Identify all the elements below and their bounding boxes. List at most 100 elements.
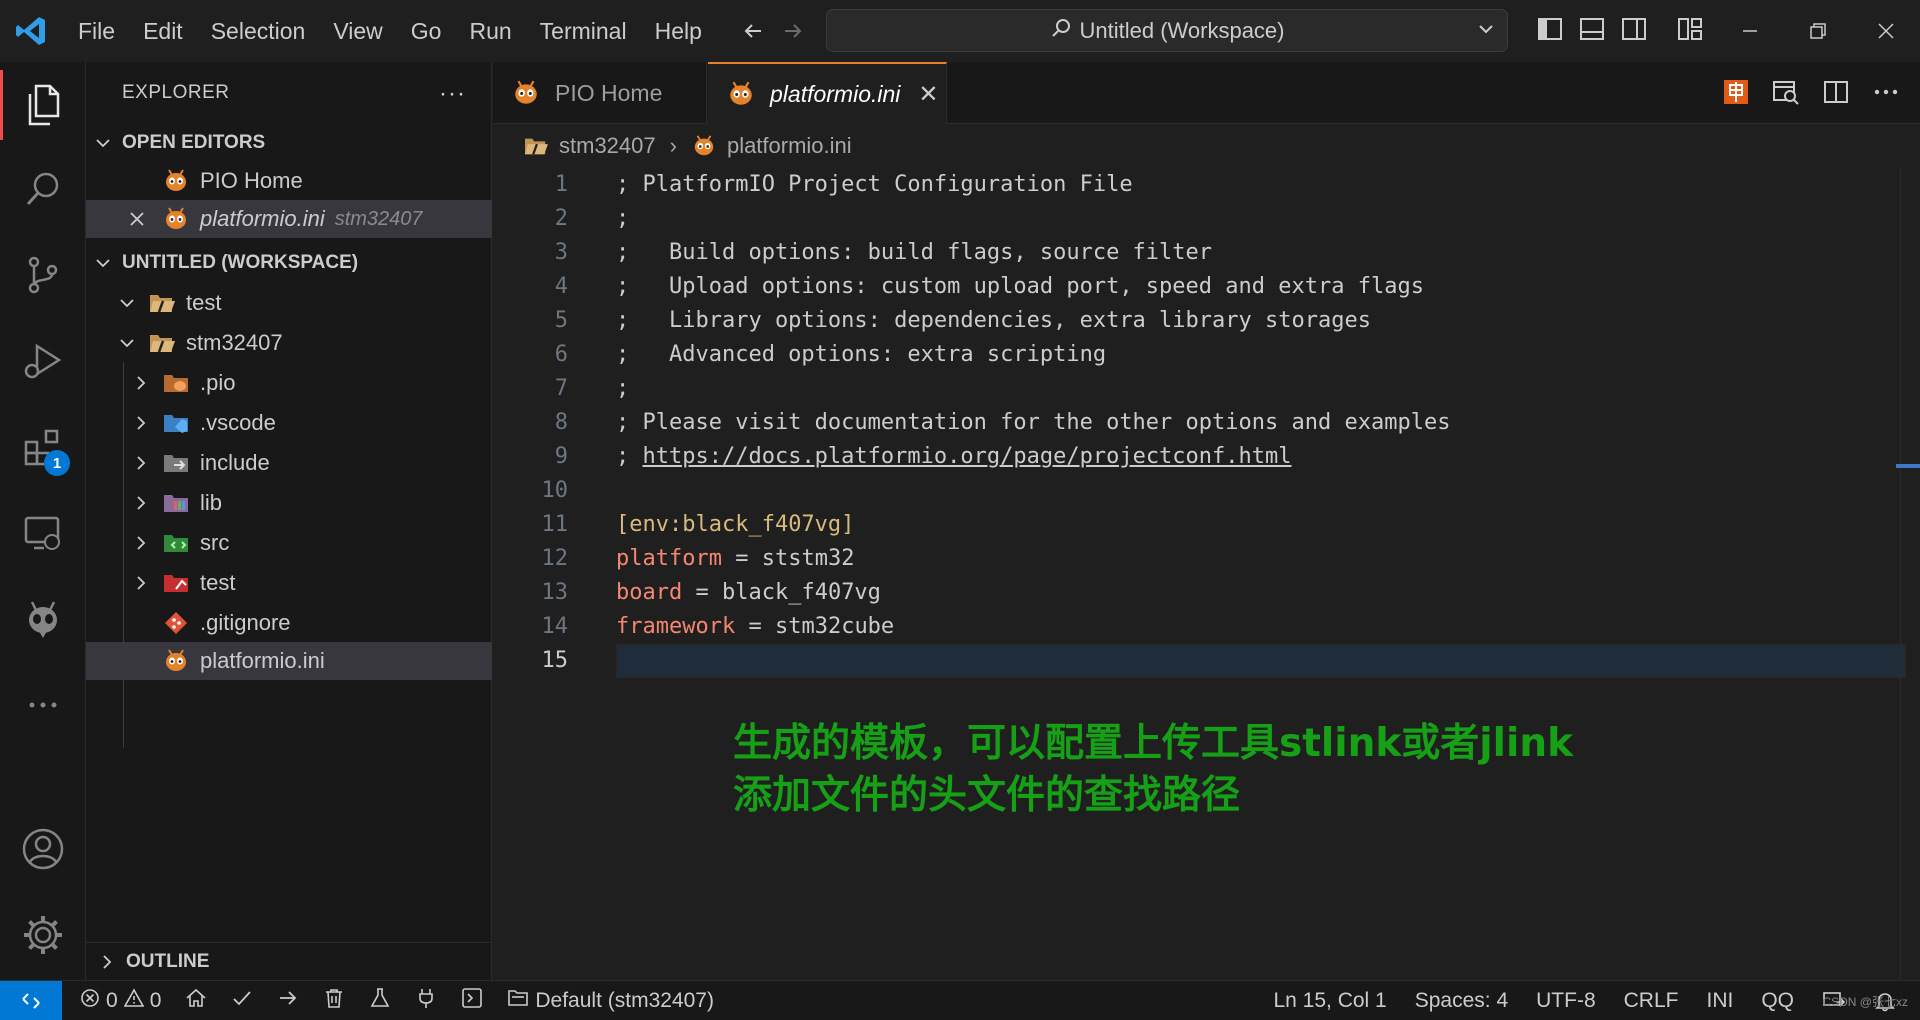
documentation-link[interactable]: https://docs.platformio.org/page/project…: [643, 444, 1292, 469]
outline-section[interactable]: OUTLINE: [86, 942, 492, 980]
customize-layout-icon[interactable]: [1676, 14, 1704, 44]
line-number: 11: [541, 512, 569, 537]
tree-item-include[interactable]: include: [86, 444, 492, 482]
menu-selection[interactable]: Selection: [197, 0, 320, 62]
section-bracket-close: ]: [841, 512, 855, 537]
tree-item-test[interactable]: test: [86, 564, 492, 602]
pio-clean-button[interactable]: [311, 981, 357, 1020]
code-line: [env:black_f407vg]: [616, 508, 854, 542]
encoding[interactable]: UTF-8: [1522, 981, 1610, 1020]
split-editor-icon[interactable]: [1822, 78, 1850, 106]
indentation[interactable]: Spaces: 4: [1401, 981, 1522, 1020]
tab-platformio-ini[interactable]: platformio.ini ✕: [708, 62, 947, 124]
pio-serial-monitor-button[interactable]: [403, 981, 449, 1020]
menu-terminal[interactable]: Terminal: [526, 0, 641, 62]
remote-indicator-icon[interactable]: [0, 980, 62, 1020]
menu-go[interactable]: Go: [397, 0, 456, 62]
scrollbar-position-marker: [1896, 464, 1920, 468]
tree-item-lib[interactable]: lib: [86, 484, 492, 522]
qq-indicator[interactable]: QQ: [1747, 981, 1808, 1020]
vscode-folder-icon: [162, 409, 190, 437]
source-control-icon[interactable]: [0, 234, 86, 316]
vertical-scrollbar[interactable]: [1900, 168, 1920, 980]
breadcrumb-file[interactable]: platformio.ini: [727, 133, 852, 159]
open-preview-icon[interactable]: [1772, 78, 1800, 106]
open-editor-item-platformio-ini[interactable]: platformio.ini stm32407: [86, 200, 492, 238]
activity-bar: 1: [0, 62, 86, 980]
extensions-icon[interactable]: 1: [0, 406, 86, 488]
language-mode[interactable]: INI: [1692, 981, 1747, 1020]
platformio-icon[interactable]: [0, 578, 86, 660]
pio-env-selector[interactable]: Default (stm32407): [495, 981, 726, 1020]
menu-bar: File Edit Selection View Go Run Terminal…: [64, 0, 716, 62]
folder-item-stm32407[interactable]: stm32407: [86, 324, 492, 362]
extensions-badge: 1: [44, 450, 70, 476]
open-editor-item-pio-home[interactable]: PIO Home: [86, 162, 492, 200]
code-editor[interactable]: 1 2 3 4 5 6 7 8 9 10 11 12 13 14 15 ; Pl…: [493, 168, 1920, 980]
remote-explorer-icon[interactable]: [0, 492, 86, 574]
open-editors-section[interactable]: OPEN EDITORS: [86, 124, 492, 162]
explorer-more-button[interactable]: ···: [439, 80, 466, 108]
status-bar-right: Ln 15, Col 1 Spaces: 4 UTF-8 CRLF INI QQ: [1259, 981, 1920, 1020]
line-number: 14: [541, 614, 569, 639]
more-views-icon[interactable]: [0, 664, 86, 746]
tab-close-button[interactable]: ✕: [918, 80, 938, 109]
workspace-section[interactable]: UNTITLED (WORKSPACE): [86, 244, 492, 282]
cursor-position[interactable]: Ln 15, Col 1: [1259, 981, 1400, 1020]
close-window-icon[interactable]: [1852, 0, 1920, 62]
line-endings[interactable]: CRLF: [1610, 981, 1693, 1020]
settings-gear-icon[interactable]: [0, 894, 86, 976]
src-folder-icon: [162, 529, 190, 557]
line-number: 6: [554, 342, 568, 367]
trash-icon: [323, 987, 345, 1015]
pio-terminal-button[interactable]: [449, 981, 495, 1020]
pio-upload-button[interactable]: [265, 981, 311, 1020]
tree-item-pio[interactable]: .pio: [86, 364, 492, 402]
code-line: board = black_f407vg: [616, 576, 881, 610]
menu-run[interactable]: Run: [455, 0, 525, 62]
platformio-file-icon: [162, 167, 190, 195]
run-debug-icon[interactable]: [0, 320, 86, 402]
platformio-file-icon: [726, 79, 756, 109]
chevron-down-icon[interactable]: [1477, 20, 1495, 43]
open-editor-label: PIO Home: [200, 168, 303, 193]
pio-build-button[interactable]: [219, 981, 265, 1020]
command-center[interactable]: Untitled (Workspace): [826, 9, 1508, 52]
toggle-secondary-sidebar-icon[interactable]: [1620, 14, 1648, 44]
breadcrumb-folder[interactable]: stm32407: [559, 133, 656, 159]
explorer-sidebar: EXPLORER ··· OPEN EDITORS PIO Home platf…: [86, 62, 492, 980]
pio-folder-icon: [162, 369, 190, 397]
ime-indicator-icon[interactable]: [1722, 78, 1750, 106]
pio-test-button[interactable]: [357, 981, 403, 1020]
menu-file[interactable]: File: [64, 0, 129, 62]
tree-item-vscode[interactable]: .vscode: [86, 404, 492, 442]
warning-count: 0: [149, 988, 162, 1012]
menu-view[interactable]: View: [319, 0, 396, 62]
problems-indicator[interactable]: 0 0: [68, 981, 173, 1020]
close-icon[interactable]: [124, 211, 150, 227]
menu-help[interactable]: Help: [641, 0, 716, 62]
tree-item-platformio-ini[interactable]: platformio.ini: [86, 642, 492, 680]
pio-home-button[interactable]: [173, 981, 219, 1020]
minimize-icon[interactable]: [1716, 0, 1784, 62]
forward-arrow-icon[interactable]: [780, 18, 806, 44]
ini-value: ststm32: [761, 546, 855, 571]
tree-item-gitignore[interactable]: .gitignore: [86, 604, 492, 642]
accounts-icon[interactable]: [0, 808, 86, 890]
line-number: 8: [554, 410, 568, 435]
lib-folder-icon: [162, 489, 190, 517]
chevron-right-icon: [130, 535, 152, 551]
toggle-panel-icon[interactable]: [1578, 14, 1606, 44]
folder-item-test[interactable]: test: [86, 284, 492, 322]
current-line-highlight: [616, 644, 1906, 678]
back-arrow-icon[interactable]: [740, 18, 766, 44]
tree-item-src[interactable]: src: [86, 524, 492, 562]
section-bracket-open: [: [616, 512, 630, 537]
restore-icon[interactable]: [1784, 0, 1852, 62]
more-actions-icon[interactable]: [1872, 78, 1900, 106]
tab-pio-home[interactable]: PIO Home: [493, 62, 707, 124]
menu-edit[interactable]: Edit: [129, 0, 197, 62]
search-icon[interactable]: [0, 148, 86, 230]
explorer-icon[interactable]: [0, 64, 86, 146]
toggle-primary-sidebar-icon[interactable]: [1536, 14, 1564, 44]
